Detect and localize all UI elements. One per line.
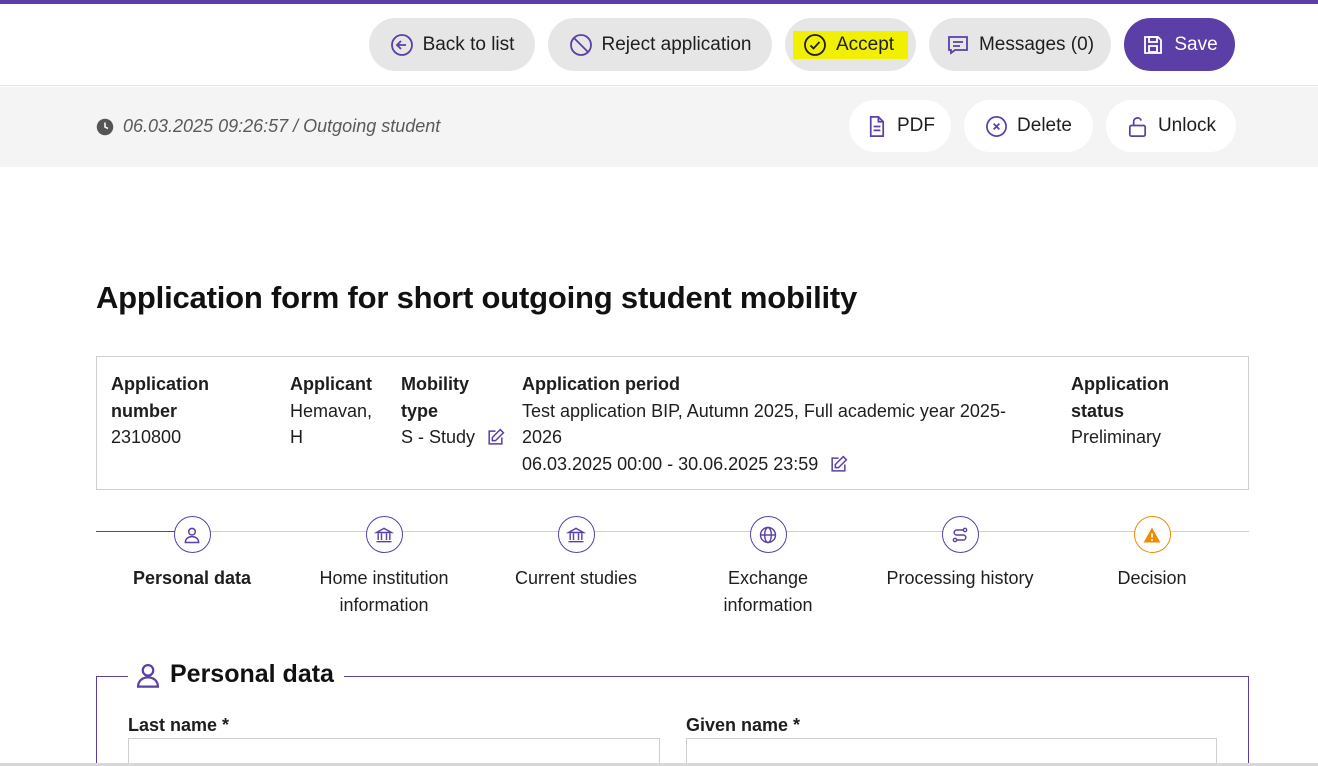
pdf-button[interactable]: PDF — [849, 100, 951, 152]
step-current-studies-circle — [557, 516, 595, 553]
clock-icon — [96, 118, 114, 135]
personal-data-heading: Personal data — [170, 660, 334, 688]
close-circle-icon — [986, 115, 1007, 137]
application-period-label: Application period — [522, 374, 681, 394]
back-to-list-label: Back to list — [422, 33, 515, 55]
step-label-line: information — [339, 595, 429, 615]
save-button[interactable]: Save — [1124, 18, 1235, 71]
step-decision-label: Decision — [1062, 565, 1242, 592]
summary-application-number: Application number 2310800 — [111, 371, 209, 451]
application-period-value-2: 2026 — [522, 427, 563, 447]
step-label-line: Home institution — [319, 568, 449, 588]
messages-label: Messages (0) — [978, 33, 1095, 55]
accept-button[interactable]: Accept — [785, 18, 916, 71]
messages-button[interactable]: Messages (0) — [929, 18, 1111, 71]
warning-icon — [1143, 527, 1161, 542]
accept-label: Accept — [835, 33, 895, 55]
application-period-dates-row: 06.03.2025 00:00 - 30.06.2025 23:59 — [522, 451, 1006, 478]
application-number-value: 2310800 — [111, 427, 182, 447]
step-label-line: Decision — [1117, 568, 1187, 588]
action-toolbar: Back to list Reject application Accept M… — [0, 4, 1318, 86]
step-processing-history-label: Processing history — [870, 565, 1050, 592]
step-label-line: Current studies — [514, 568, 638, 588]
step-home-institution[interactable]: Home institution information — [294, 516, 474, 619]
step-processing-history-circle — [941, 516, 979, 553]
pdf-label: PDF — [897, 115, 935, 136]
reject-application-button[interactable]: Reject application — [548, 18, 772, 71]
ban-icon — [569, 33, 592, 56]
step-decision[interactable]: Decision — [1062, 516, 1242, 592]
document-icon — [869, 115, 885, 137]
applicant-label: Applicant — [290, 374, 373, 394]
application-status-value: Preliminary — [1071, 427, 1162, 447]
applicant-value-2: H — [290, 427, 303, 447]
edit-period-icon[interactable] — [829, 455, 848, 474]
summary-mobility-type: Mobility type S - Study — [401, 371, 505, 451]
step-exchange-information[interactable]: Exchange information — [678, 516, 858, 619]
step-decision-circle — [1133, 516, 1171, 553]
record-meta-text: 06.03.2025 09:26:57 / Outgoing student — [123, 116, 441, 136]
step-home-institution-label: Home institution information — [294, 565, 474, 619]
mobility-type-label-2: type — [401, 400, 439, 421]
institution-icon — [566, 527, 586, 542]
message-icon — [948, 35, 968, 55]
applicant-value-1: Hemavan, — [290, 400, 373, 421]
unlock-label: Unlock — [1157, 115, 1217, 136]
summary-application-status: Application status Preliminary — [1071, 371, 1169, 451]
delete-button[interactable]: Delete — [964, 100, 1093, 152]
step-current-studies[interactable]: Current studies — [486, 516, 666, 592]
save-label: Save — [1174, 33, 1218, 55]
mobility-type-value: S - Study — [401, 427, 476, 447]
application-status-label-2: status — [1071, 400, 1125, 421]
summary-application-period: Application period Test application BIP,… — [522, 371, 1006, 477]
step-personal-data[interactable]: Personal data — [102, 516, 282, 592]
step-personal-data-circle — [173, 516, 211, 553]
floppy-disk-icon — [1144, 35, 1163, 54]
step-exchange-information-label: Exchange information — [678, 565, 858, 619]
summary-applicant: Applicant Hemavan, H — [290, 371, 372, 451]
given-name-label: Given name * — [686, 715, 801, 735]
step-label-line: Processing history — [886, 568, 1034, 588]
arrow-left-circle-icon — [390, 33, 413, 56]
application-number-label-1: Application — [111, 374, 209, 394]
back-to-list-button[interactable]: Back to list — [369, 18, 535, 71]
page-title: Application form for short outgoing stud… — [96, 280, 858, 315]
user-icon — [136, 663, 160, 688]
unlock-button[interactable]: Unlock — [1106, 100, 1236, 152]
step-label-line: information — [723, 595, 813, 615]
last-name-input[interactable] — [128, 738, 660, 766]
globe-icon — [759, 526, 777, 543]
record-toolbar: 06.03.2025 09:26:57 / Outgoing student P… — [0, 87, 1318, 167]
reject-application-label: Reject application — [601, 33, 752, 55]
given-name-input[interactable] — [686, 738, 1217, 766]
application-period-dates: 06.03.2025 00:00 - 30.06.2025 23:59 — [522, 453, 819, 474]
step-personal-data-label: Personal data — [102, 565, 282, 592]
last-name-label: Last name * — [128, 715, 230, 735]
step-label-line: Exchange — [727, 568, 809, 588]
personal-data-legend: Personal data — [128, 660, 344, 689]
mobility-type-label-1: Mobility — [401, 374, 469, 394]
check-circle-icon — [804, 33, 826, 56]
edit-mobility-icon[interactable] — [486, 428, 505, 447]
delete-label: Delete — [1017, 115, 1072, 136]
step-exchange-information-circle — [749, 516, 787, 553]
institution-icon — [374, 527, 394, 542]
application-number-label-2: number — [111, 400, 178, 421]
step-processing-history[interactable]: Processing history — [870, 516, 1050, 592]
application-period-value-1: Test application BIP, Autumn 2025, Full … — [522, 400, 1006, 421]
application-status-label-1: Application — [1071, 374, 1169, 394]
unlock-icon — [1128, 116, 1146, 137]
route-icon — [952, 527, 968, 542]
step-current-studies-label: Current studies — [486, 565, 666, 592]
application-summary: Application number 2310800 Applicant Hem… — [96, 356, 1249, 490]
step-home-institution-circle — [365, 516, 403, 553]
step-label-line: Personal data — [132, 568, 252, 588]
user-icon — [184, 527, 200, 543]
accept-highlight: Accept — [792, 30, 909, 59]
mobility-type-row: S - Study — [401, 424, 505, 451]
record-meta: 06.03.2025 09:26:57 / Outgoing student — [96, 116, 440, 137]
